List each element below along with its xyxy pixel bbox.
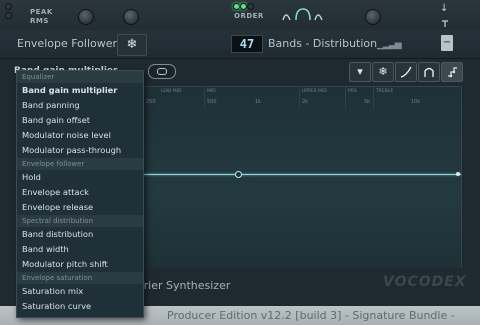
ruler-divider — [345, 87, 346, 109]
ruler-divider — [373, 87, 374, 109]
order-led-3[interactable] — [247, 3, 254, 10]
menu-item-band-width[interactable]: Band width — [17, 242, 143, 257]
step-tool-button[interactable] — [441, 62, 463, 82]
top-strip: PEAK RMS ORDER ↓ — [0, 0, 480, 30]
menu-item-modulator-pass-through[interactable]: Modulator pass-through — [17, 143, 143, 158]
dropdown-button[interactable]: ▾ — [349, 62, 371, 82]
menu-item-band-distribution[interactable]: Band distribution — [17, 227, 143, 242]
curve-icon — [400, 66, 412, 78]
menu-item-modulator-noise-level[interactable]: Modulator noise level — [17, 128, 143, 143]
envelope-point-mid[interactable] — [235, 171, 242, 178]
curve-tool-button[interactable] — [395, 62, 417, 82]
peak-label: PEAK — [30, 8, 53, 16]
freq-label: 1k — [255, 99, 262, 105]
envelope-shape-button[interactable] — [418, 62, 440, 82]
order-knob[interactable] — [365, 9, 381, 25]
mix-knob[interactable] — [123, 9, 139, 25]
ruler-divider — [204, 87, 205, 109]
gain-knob[interactable] — [78, 9, 94, 25]
menu-item-hold[interactable]: Hold — [17, 170, 143, 185]
bands-count-display[interactable]: 47 — [231, 35, 263, 53]
envelope-point-end[interactable] — [456, 172, 460, 176]
status-text: Producer Edition v12.2 [build 3] - Signa… — [167, 309, 455, 322]
filter-shape-icons[interactable] — [282, 8, 328, 22]
band-label: UPPER MID — [302, 89, 327, 94]
menu-item-saturation-curve[interactable]: Saturation curve — [17, 299, 143, 314]
menu-section-header: Spectral distribution — [17, 215, 143, 227]
bands-distribution-title: Bands - Distribution — [268, 37, 378, 50]
freeze-button[interactable]: ❄ — [117, 34, 147, 56]
menu-item-band-panning[interactable]: Band panning — [17, 98, 143, 113]
link-toggle[interactable] — [148, 64, 176, 79]
menu-item-band-gain-multiplier[interactable]: Band gain multiplier — [17, 83, 143, 98]
plugin-logo: VOCODEX — [383, 274, 467, 290]
band-label: PRS — [348, 89, 357, 94]
band-label: MID — [207, 89, 216, 94]
freq-label: 500 — [207, 99, 217, 105]
order-led-1[interactable] — [233, 3, 240, 10]
freeze-graph-button[interactable]: ❄ — [372, 62, 394, 82]
rms-label: RMS — [30, 17, 49, 25]
snowflake-icon: ❄ — [378, 65, 388, 78]
envelope-shape-icon — [424, 67, 434, 77]
peak-led[interactable] — [5, 3, 12, 10]
menu-item-modulator-pitch-shift[interactable]: Modulator pitch shift — [17, 257, 143, 272]
order-label: ORDER — [234, 12, 264, 20]
parameter-menu: Equalizer Band gain multiplier Band pann… — [16, 70, 144, 318]
band-label: TREBLE — [376, 89, 394, 94]
order-led-2[interactable] — [240, 3, 247, 10]
freq-label: 5k — [364, 99, 371, 105]
menu-section-header: Equalizer — [17, 71, 143, 83]
envelope-follower-title: Envelope Follower — [17, 37, 118, 50]
menu-item-saturation-mix[interactable]: Saturation mix — [17, 284, 143, 299]
menu-item-envelope-attack[interactable]: Envelope attack — [17, 185, 143, 200]
bars-icon: ▁▂▃▅ — [377, 40, 402, 50]
arrow-down-icon[interactable]: ↓ — [440, 3, 448, 14]
ruler-divider — [299, 87, 300, 109]
freq-label: 10k — [411, 99, 421, 105]
rms-led[interactable] — [5, 12, 12, 19]
output-icon[interactable] — [440, 18, 450, 28]
step-icon — [448, 67, 457, 78]
menu-item-envelope-release[interactable]: Envelope release — [17, 200, 143, 215]
snowflake-icon: ❄ — [126, 37, 138, 52]
menu-item-band-gain-offset[interactable]: Band gain offset — [17, 113, 143, 128]
triangle-down-icon: ▾ — [357, 65, 363, 78]
freq-label: 250 — [146, 99, 156, 105]
collapse-button[interactable]: − — [441, 35, 453, 51]
freq-label: 2k — [302, 99, 309, 105]
band-label: LOW MID — [161, 89, 182, 94]
menu-section-header: Envelope saturation — [17, 272, 143, 284]
menu-section-header: Envelope follower — [17, 158, 143, 170]
